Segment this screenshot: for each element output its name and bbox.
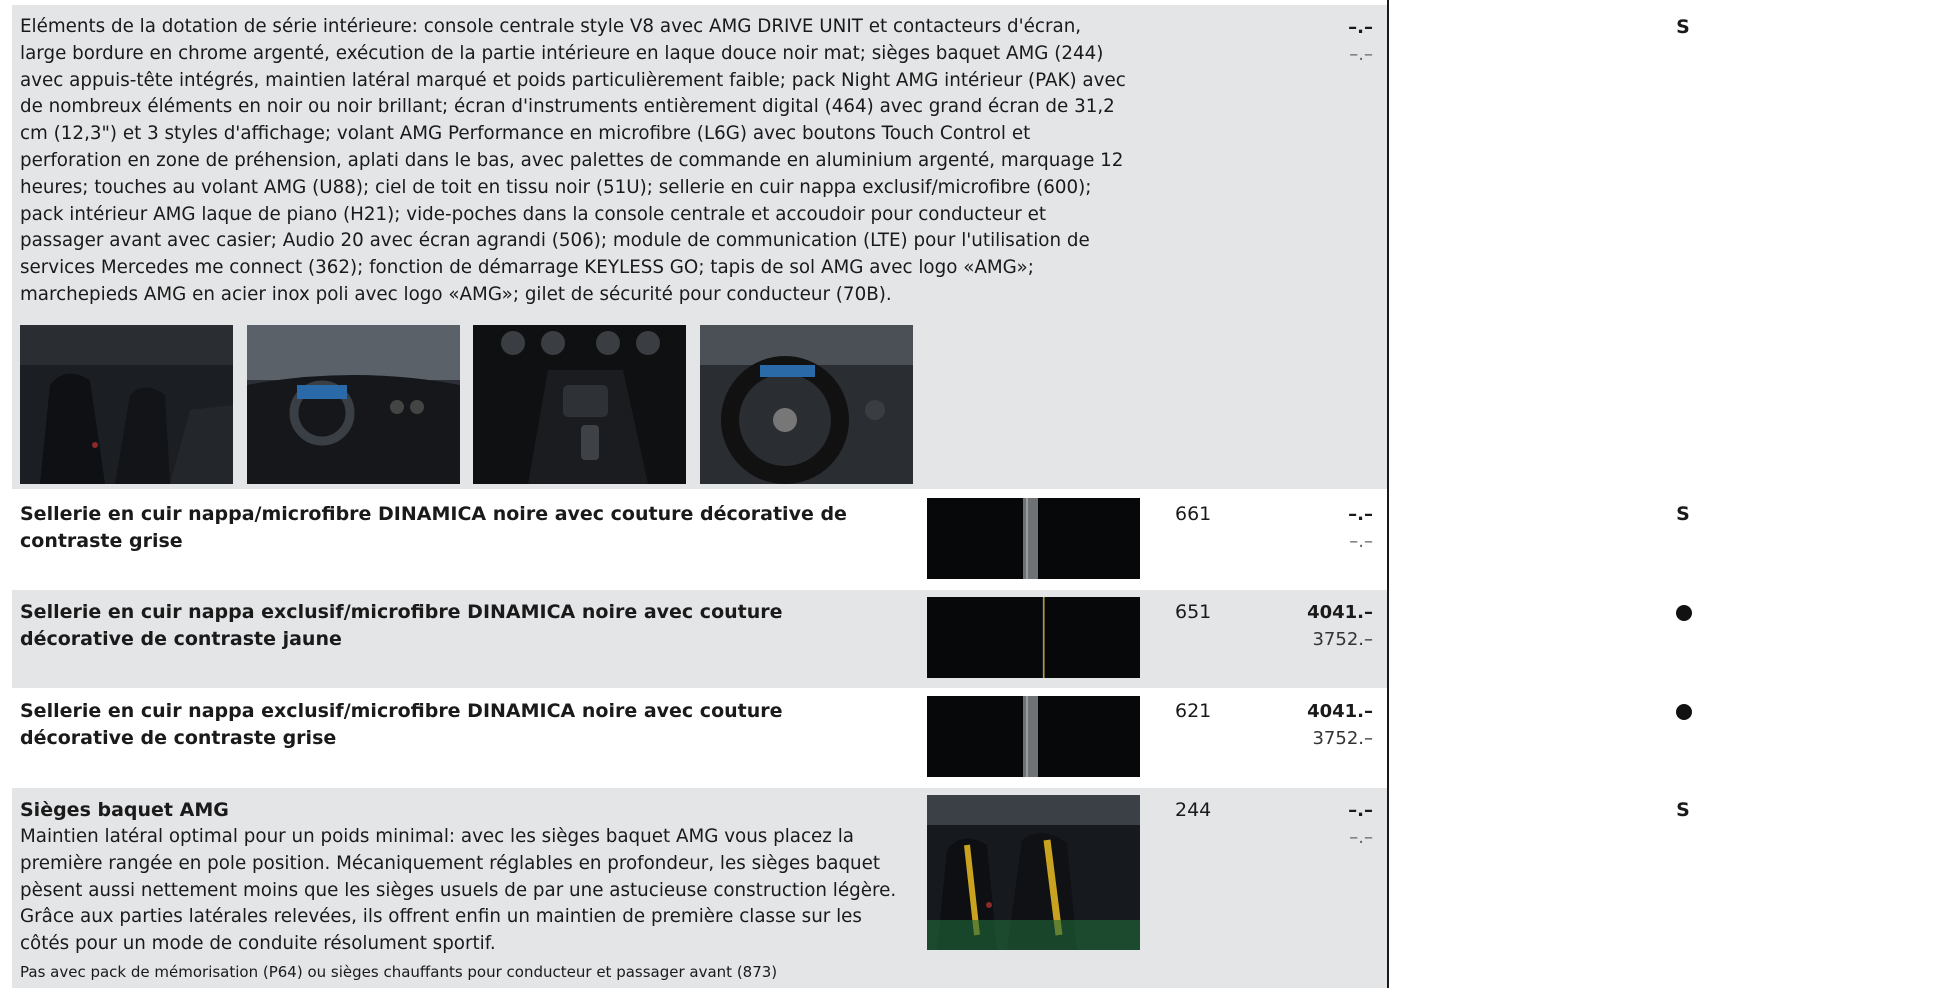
option-code: 661 <box>1175 503 1212 525</box>
interior-photo-dashboard <box>247 325 460 484</box>
upholstery-swatch-grey-stitching <box>927 696 1140 777</box>
price-incl-vat: –.– <box>1348 504 1373 525</box>
price-excl-vat: –.– <box>1349 827 1373 848</box>
availability-standard: S <box>1676 16 1690 38</box>
bucket-seats-photo <box>927 795 1140 950</box>
upholstery-swatch-yellow-stitching <box>927 597 1140 678</box>
option-code: 244 <box>1175 799 1212 821</box>
option-price: 4041.– 3752.– <box>1233 698 1373 752</box>
upholstery-swatch-grey-stitching <box>927 498 1140 579</box>
price-excl-vat: –.– <box>1349 44 1373 65</box>
price-incl-vat: –.– <box>1348 17 1373 38</box>
option-title: Sellerie en cuir nappa exclusif/microfib… <box>20 601 783 650</box>
price-incl-vat: 4041.– <box>1307 602 1373 623</box>
availability-standard: S <box>1676 503 1690 525</box>
price-incl-vat: –.– <box>1348 800 1373 821</box>
option-description: Maintien latéral optimal pour un poids m… <box>20 826 897 955</box>
standard-interior-description: Eléments de la dotation de série intérie… <box>20 16 1126 305</box>
option-title: Sièges baquet AMG <box>20 799 229 821</box>
option-price: –.– –.– <box>1233 501 1373 555</box>
option-price: 4041.– 3752.– <box>1233 599 1373 653</box>
option-price: –.– –.– <box>1233 797 1373 851</box>
availability-standard: S <box>1676 799 1690 821</box>
standard-interior-price: –.– –.– <box>1233 14 1373 68</box>
price-incl-vat: 4041.– <box>1307 701 1373 722</box>
price-excl-vat: 3752.– <box>1312 728 1373 749</box>
interior-photo-steering-wheel <box>700 325 913 484</box>
option-title: Sellerie en cuir nappa exclusif/microfib… <box>20 700 783 749</box>
option-title: Sellerie en cuir nappa/microfibre DINAMI… <box>20 503 847 552</box>
availability-optional-dot-icon <box>1676 605 1692 621</box>
option-code: 651 <box>1175 601 1212 623</box>
interior-photo-seats <box>20 325 233 484</box>
interior-photo-console <box>473 325 686 484</box>
option-footnote: Pas avec pack de mémorisation (P64) ou s… <box>20 963 778 981</box>
price-excl-vat: –.– <box>1349 531 1373 552</box>
availability-optional-dot-icon <box>1676 704 1692 720</box>
option-code: 621 <box>1175 700 1212 722</box>
price-excl-vat: 3752.– <box>1312 629 1373 650</box>
column-divider <box>1387 0 1389 988</box>
